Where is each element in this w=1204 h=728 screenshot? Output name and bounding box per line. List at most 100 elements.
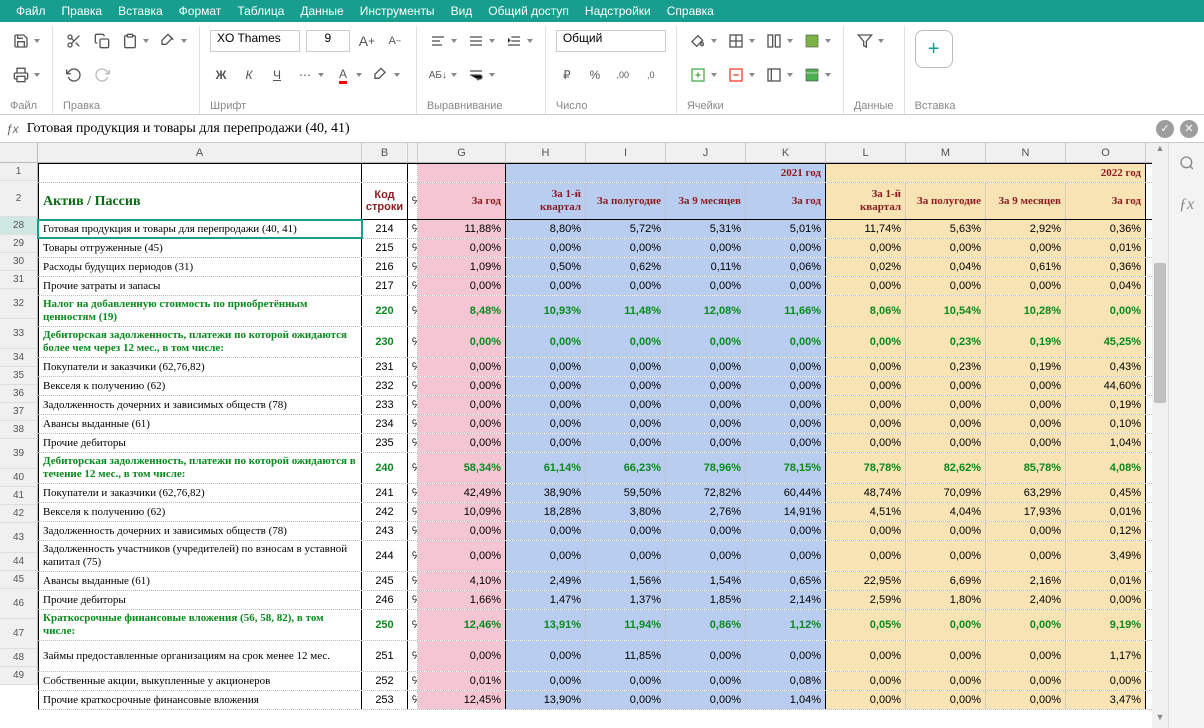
bold-icon[interactable]: Ж [210,64,232,86]
table-row[interactable]: Займы предоставленные организациям на ср… [38,641,1168,672]
align-v-icon[interactable] [465,30,487,52]
table-row[interactable]: Налог на добавленную стоимость по приобр… [38,296,1168,327]
ribbon-group-align: АБ↓ Выравнивание [417,26,546,114]
table-row[interactable]: Прочие дебиторы 246 ℅ 1,66%1,47%1,37%1,8… [38,591,1168,610]
menu-bar: Файл Правка Вставка Формат Таблица Данны… [0,0,1204,22]
formula-accept-icon[interactable]: ✓ [1156,120,1174,138]
search-icon[interactable] [1177,153,1197,173]
vertical-scrollbar[interactable]: ▲ ▼ [1152,143,1168,728]
formula-input[interactable] [27,121,1156,137]
table-row[interactable]: Краткосрочные финансовые вложения (56, 5… [38,610,1168,641]
ribbon-group-data: Данные [844,26,905,114]
ribbon-label-cells: Ячейки [687,98,833,112]
col-G[interactable]: G [418,143,506,162]
table-style-icon[interactable] [801,64,823,86]
save-icon[interactable] [10,30,32,52]
ribbon-label-number: Число [556,98,666,112]
text-direction-icon[interactable]: АБ↓ [427,64,449,86]
formula-cancel-icon[interactable]: ✕ [1180,120,1198,138]
format-painter-icon[interactable] [157,30,179,52]
ribbon-label-font: Шрифт [210,98,406,112]
cut-icon[interactable] [63,30,85,52]
insert-button[interactable]: + [915,30,953,68]
undo-icon[interactable] [63,64,85,86]
menu-tools[interactable]: Инструменты [352,4,443,18]
menu-insert[interactable]: Вставка [110,4,171,18]
delete-cells-icon[interactable] [725,64,747,86]
border-icon[interactable] [725,30,747,52]
font-color-icon[interactable]: A [332,64,354,86]
col-I[interactable]: I [586,143,666,162]
col-O[interactable]: O [1066,143,1146,162]
font-family-select[interactable]: XO Thames [210,30,300,52]
table-row[interactable]: Покупатели и заказчики (62,76,82) 231 ℅ … [38,358,1168,377]
decimal-dec-icon[interactable]: ,0 [640,64,662,86]
menu-table[interactable]: Таблица [229,4,292,18]
scroll-thumb[interactable] [1154,263,1166,403]
paste-icon[interactable] [119,30,141,52]
table-row[interactable]: Готовая продукция и товары для перепрода… [38,220,1168,239]
table-row[interactable]: Расходы будущих периодов (31) 216 ℅ 1,09… [38,258,1168,277]
menu-data[interactable]: Данные [292,4,351,18]
table-row[interactable]: Векселя к получению (62) 232 ℅ 0,00%0,00… [38,377,1168,396]
copy-icon[interactable] [91,30,113,52]
fx-icon[interactable]: ƒx [6,122,19,136]
table-row[interactable]: Товары отгруженные (45) 215 ℅ 0,00%0,00%… [38,239,1168,258]
menu-edit[interactable]: Правка [54,4,111,18]
table-row[interactable]: Прочие краткосрочные финансовые вложения… [38,691,1168,710]
col-H[interactable]: H [506,143,586,162]
percent-icon[interactable]: % [584,64,606,86]
menu-addons[interactable]: Надстройки [577,4,659,18]
wrap-text-icon[interactable] [465,64,487,86]
col-B[interactable]: B [362,143,408,162]
table-row[interactable]: Задолженность дочерних и зависимых общес… [38,522,1168,541]
table-row[interactable]: Дебиторская задолженность, платежи по ко… [38,327,1168,358]
cell-size-icon[interactable] [763,64,785,86]
table-row[interactable]: Собственные акции, выкупленные у акционе… [38,672,1168,691]
cell-style-icon[interactable] [801,30,823,52]
col-J[interactable]: J [666,143,746,162]
align-h-icon[interactable] [427,30,449,52]
scroll-down-icon[interactable]: ▼ [1152,712,1168,728]
col-M[interactable]: M [906,143,986,162]
menu-help[interactable]: Справка [659,4,722,18]
table-row[interactable]: Дебиторская задолженность, платежи по ко… [38,453,1168,484]
number-format-select[interactable]: Общий [556,30,666,52]
column-headers: A B G H I J K L M N O [0,143,1168,163]
col-A[interactable]: A [38,143,362,162]
merge-icon[interactable] [763,30,785,52]
insert-cells-icon[interactable] [687,64,709,86]
menu-view[interactable]: Вид [443,4,481,18]
menu-file[interactable]: Файл [8,4,54,18]
col-N[interactable]: N [986,143,1066,162]
function-panel-icon[interactable]: ƒx [1177,195,1197,215]
more-font-icon[interactable]: ⋯ [294,64,316,86]
table-row[interactable]: Прочие затраты и запасы 217 ℅ 0,00%0,00%… [38,277,1168,296]
underline-icon[interactable]: Ч [266,64,288,86]
table-row[interactable]: Покупатели и заказчики (62,76,82) 241 ℅ … [38,484,1168,503]
scroll-up-icon[interactable]: ▲ [1152,143,1168,159]
menu-share[interactable]: Общий доступ [480,4,577,18]
table-row[interactable]: Авансы выданные (61) 234 ℅ 0,00%0,00%0,0… [38,415,1168,434]
currency-icon[interactable]: ₽ [556,64,578,86]
redo-icon[interactable] [91,64,113,86]
menu-format[interactable]: Формат [171,4,230,18]
fill-color-icon[interactable] [687,30,709,52]
decimal-inc-icon[interactable]: ,00 [612,64,634,86]
increase-font-icon[interactable]: A+ [356,30,378,52]
col-K[interactable]: K [746,143,826,162]
table-row[interactable]: Задолженность участников (учредителей) п… [38,541,1168,572]
col-L[interactable]: L [826,143,906,162]
font-size-select[interactable]: 9 [306,30,350,52]
italic-icon[interactable]: К [238,64,260,86]
print-icon[interactable] [10,64,32,86]
decrease-font-icon[interactable]: A− [384,30,406,52]
filter-icon[interactable] [854,30,876,52]
indent-icon[interactable] [503,30,525,52]
table-row[interactable]: Задолженность дочерних и зависимых общес… [38,396,1168,415]
highlight-icon[interactable] [370,64,392,86]
spreadsheet-grid[interactable]: A B G H I J K L M N O 122829303132333435… [0,143,1168,728]
table-row[interactable]: Авансы выданные (61) 245 ℅ 4,10%2,49%1,5… [38,572,1168,591]
table-row[interactable]: Векселя к получению (62) 242 ℅ 10,09%18,… [38,503,1168,522]
table-row[interactable]: Прочие дебиторы 235 ℅ 0,00%0,00%0,00%0,0… [38,434,1168,453]
